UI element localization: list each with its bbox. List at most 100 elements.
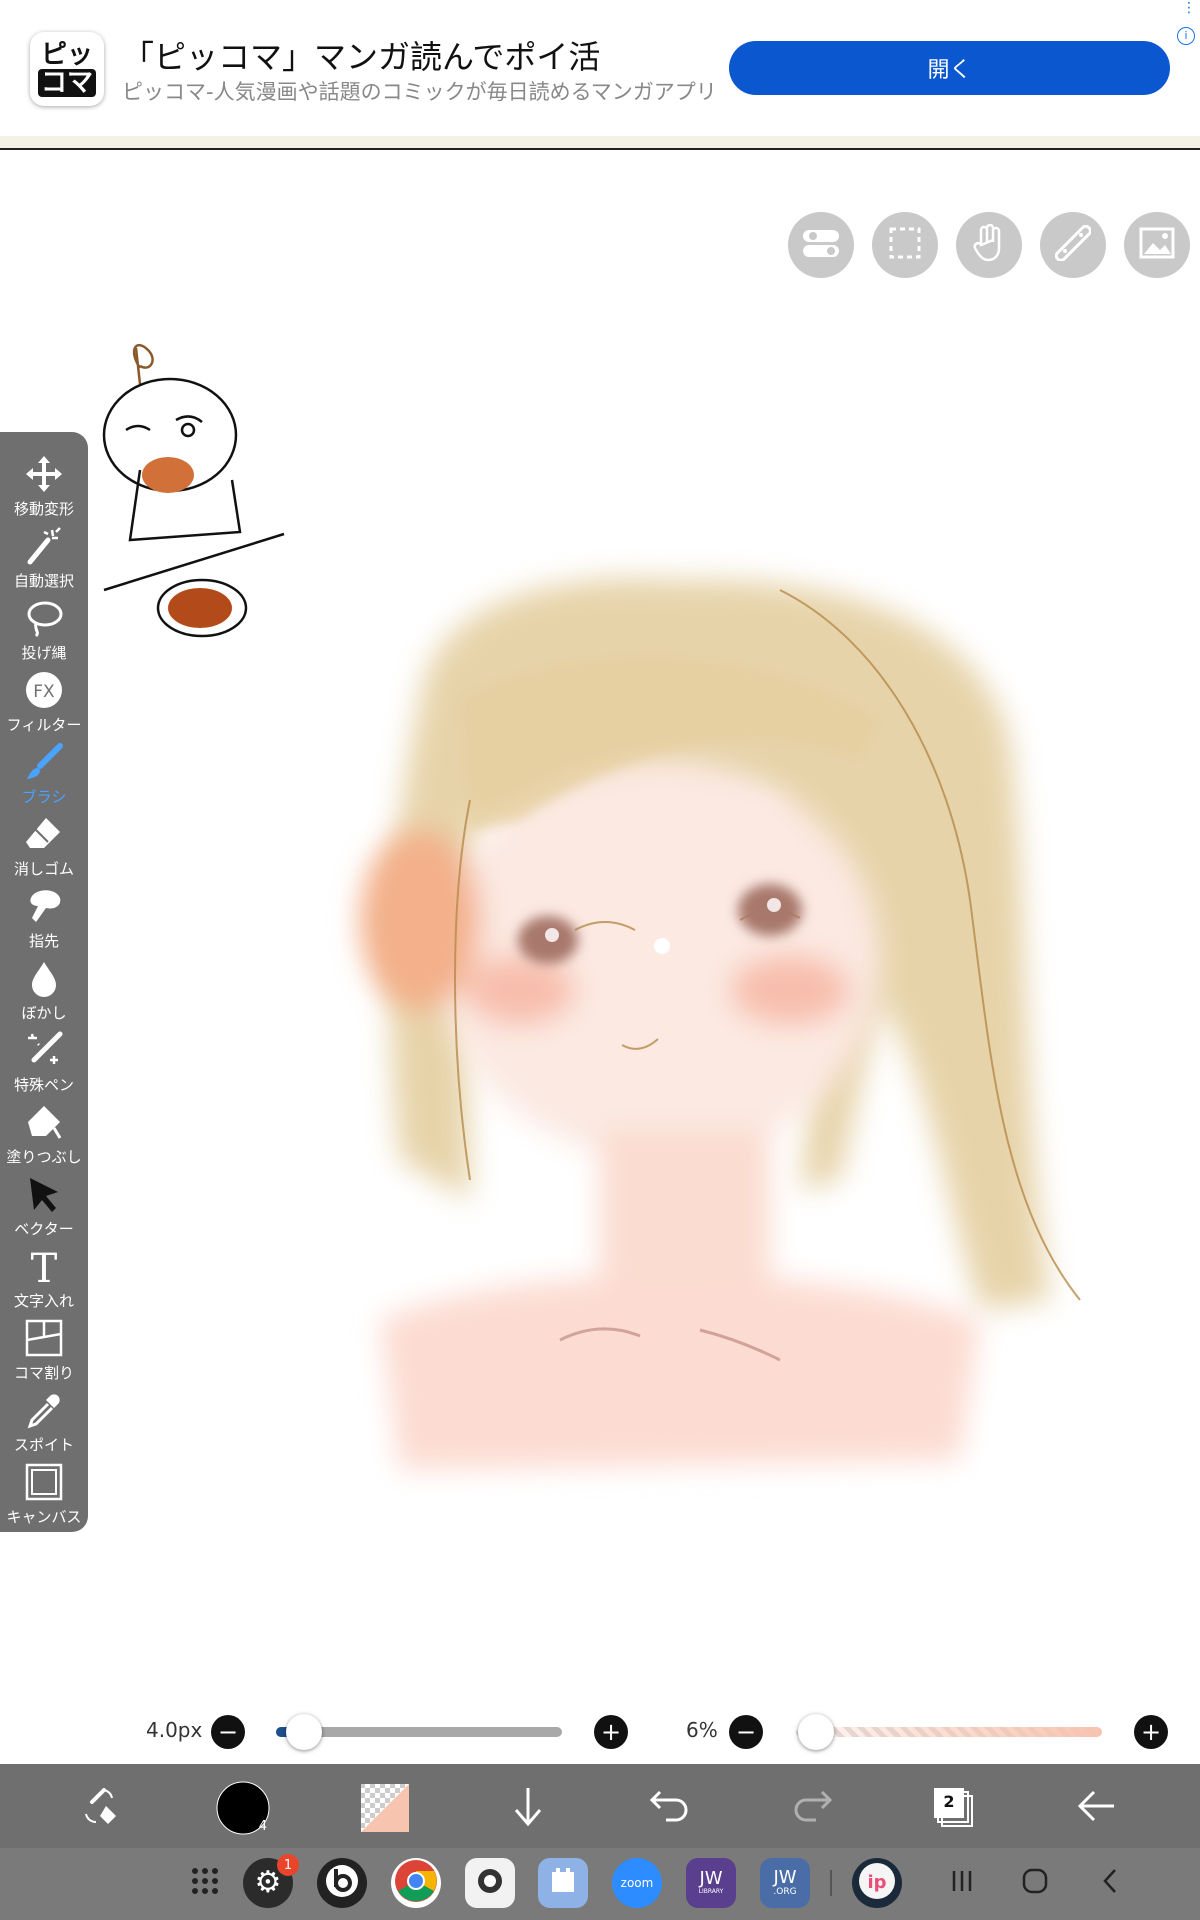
move-icon bbox=[22, 452, 66, 496]
download-button[interactable] bbox=[500, 1780, 556, 1836]
tool-vector[interactable]: ベクター bbox=[0, 1172, 88, 1244]
toggle-button[interactable] bbox=[788, 212, 854, 278]
tool-label: ベクター bbox=[14, 1220, 74, 1238]
beats-app[interactable] bbox=[317, 1858, 367, 1908]
drawing-canvas[interactable] bbox=[0, 150, 1200, 1710]
nav-back-button[interactable] bbox=[1085, 1858, 1135, 1908]
brush-opacity-value: 6% bbox=[686, 1718, 718, 1742]
tool-label: 特殊ペン bbox=[13, 1076, 74, 1094]
reference-image-button[interactable] bbox=[1124, 212, 1190, 278]
opacity-slider[interactable] bbox=[796, 1727, 1102, 1737]
tool-lasso[interactable]: 投げ縄 bbox=[0, 596, 88, 668]
svg-text:FX: FX bbox=[33, 682, 55, 702]
home-icon bbox=[1021, 1867, 1049, 1899]
panel-icon bbox=[22, 1316, 66, 1360]
tool-finger[interactable]: 指先 bbox=[0, 884, 88, 956]
piccoma-app-icon[interactable]: ピッ コマ bbox=[30, 32, 104, 106]
ad-subtitle[interactable]: ピッコマ-人気漫画や話題のコミックが毎日読めるマンガアプリ bbox=[122, 76, 717, 106]
tool-special-pen[interactable]: 特殊ペン bbox=[0, 1028, 88, 1100]
canvas-icon bbox=[22, 1460, 66, 1504]
layers-button[interactable]: 2 bbox=[926, 1780, 982, 1836]
plus-icon: + bbox=[1140, 1718, 1162, 1746]
tool-brush[interactable]: ブラシ bbox=[0, 740, 88, 812]
tool-label: 指先 bbox=[28, 932, 59, 950]
vector-icon bbox=[22, 1172, 66, 1216]
opacity-decrease-button[interactable]: − bbox=[729, 1715, 763, 1749]
notification-badge: 1 bbox=[277, 1854, 299, 1876]
ad-menu-icon[interactable]: ⋮ bbox=[1182, 1, 1196, 15]
home-button[interactable] bbox=[1010, 1858, 1060, 1908]
jw-library-sub: LIBRARY bbox=[698, 1888, 724, 1895]
tool-eraser[interactable]: 消しゴム bbox=[0, 812, 88, 884]
hand-button[interactable] bbox=[956, 212, 1022, 278]
settings-icon: ⚙ bbox=[254, 1865, 282, 1900]
secondary-color-button[interactable] bbox=[357, 1780, 413, 1836]
brush-size-decrease-button[interactable]: − bbox=[211, 1715, 245, 1749]
tool-panel[interactable]: コマ割り bbox=[0, 1316, 88, 1388]
arrow-down-icon bbox=[508, 1784, 548, 1832]
beats-icon bbox=[324, 1863, 360, 1903]
brush-size-knob[interactable] bbox=[286, 1714, 322, 1750]
tool-text[interactable]: T 文字入れ bbox=[0, 1244, 88, 1316]
zoom-app[interactable]: zoom bbox=[612, 1858, 662, 1908]
ruler-button[interactable] bbox=[1040, 212, 1106, 278]
brush-size-value: 4.0px bbox=[146, 1718, 203, 1742]
tool-label: コマ割り bbox=[13, 1364, 74, 1382]
apps-grid-button[interactable] bbox=[180, 1858, 230, 1908]
tool-move[interactable]: 移動変形 bbox=[0, 452, 88, 524]
ad-divider bbox=[0, 148, 1200, 150]
camera-app[interactable] bbox=[465, 1858, 515, 1908]
selection-button[interactable] bbox=[872, 212, 938, 278]
ibispaint-app[interactable]: ip bbox=[852, 1858, 902, 1908]
ruler-icon bbox=[1054, 224, 1092, 265]
ad-open-button[interactable]: 開く bbox=[729, 41, 1170, 95]
svg-text:T: T bbox=[31, 1246, 58, 1286]
chevron-left-icon bbox=[1100, 1867, 1120, 1899]
apps-grid-icon bbox=[190, 1866, 220, 1900]
ad-icon-text-1: ピッ bbox=[40, 40, 93, 70]
ad-info-icon[interactable]: i bbox=[1177, 27, 1195, 45]
undo-icon bbox=[648, 1786, 692, 1830]
tool-label: 塗りつぶし bbox=[6, 1148, 82, 1166]
settings-app[interactable]: ⚙ 1 bbox=[243, 1854, 299, 1908]
recent-apps-button[interactable] bbox=[937, 1858, 987, 1908]
brush-eraser-switch-button[interactable] bbox=[72, 1780, 128, 1836]
opacity-knob[interactable] bbox=[798, 1714, 834, 1750]
ibispaint-icon: ip bbox=[857, 1861, 897, 1905]
redo-icon bbox=[790, 1786, 834, 1830]
finger-icon bbox=[22, 884, 66, 928]
bottom-toolbar: 4 2 bbox=[0, 1764, 1200, 1848]
ad-title[interactable]: 「ピッコマ」マンガ読んでポイ活 bbox=[122, 32, 600, 78]
recent-apps-icon bbox=[949, 1868, 975, 1898]
tool-label: ぼかし bbox=[21, 1004, 67, 1022]
tool-filter[interactable]: FX フィルター bbox=[0, 668, 88, 740]
arrow-left-icon bbox=[1074, 1786, 1118, 1830]
tool-label: 消しゴム bbox=[13, 860, 74, 878]
tool-blur[interactable]: ぼかし bbox=[0, 956, 88, 1028]
switch-tool-icon bbox=[78, 1784, 122, 1832]
brush-size-increase-button[interactable]: + bbox=[594, 1715, 628, 1749]
undo-button[interactable] bbox=[642, 1780, 698, 1836]
primary-color-button[interactable]: 4 bbox=[215, 1780, 271, 1836]
plus-icon: + bbox=[600, 1718, 622, 1746]
brush-icon bbox=[22, 740, 66, 784]
camera-icon bbox=[472, 1863, 508, 1903]
tool-fill[interactable]: 塗りつぶし bbox=[0, 1100, 88, 1172]
tool-eyedropper[interactable]: スポイト bbox=[0, 1388, 88, 1460]
jw-org-app[interactable]: JW .ORG bbox=[760, 1858, 810, 1908]
ad-banner[interactable]: ピッ コマ 「ピッコマ」マンガ読んでポイ活 ピッコマ-人気漫画や話題のコミックが… bbox=[0, 0, 1200, 148]
tool-sidebar: 移動変形 自動選択 投げ縄 FX フィルター ブラシ 消しゴム 指先 ぼかし 特… bbox=[0, 432, 88, 1532]
jw-library-app[interactable]: JW LIBRARY bbox=[686, 1858, 736, 1908]
store-app[interactable] bbox=[538, 1858, 588, 1908]
chrome-app[interactable] bbox=[391, 1858, 441, 1908]
tool-canvas[interactable]: キャンバス bbox=[0, 1460, 88, 1532]
chibi-doodle bbox=[102, 343, 285, 638]
magic-wand-icon bbox=[22, 524, 66, 568]
back-button[interactable] bbox=[1068, 1780, 1124, 1836]
opacity-increase-button[interactable]: + bbox=[1134, 1715, 1168, 1749]
redo-button[interactable] bbox=[784, 1780, 840, 1836]
tool-auto-select[interactable]: 自動選択 bbox=[0, 524, 88, 596]
hand-icon bbox=[972, 223, 1006, 266]
lasso-icon bbox=[22, 596, 66, 640]
tool-label: 文字入れ bbox=[13, 1292, 74, 1310]
